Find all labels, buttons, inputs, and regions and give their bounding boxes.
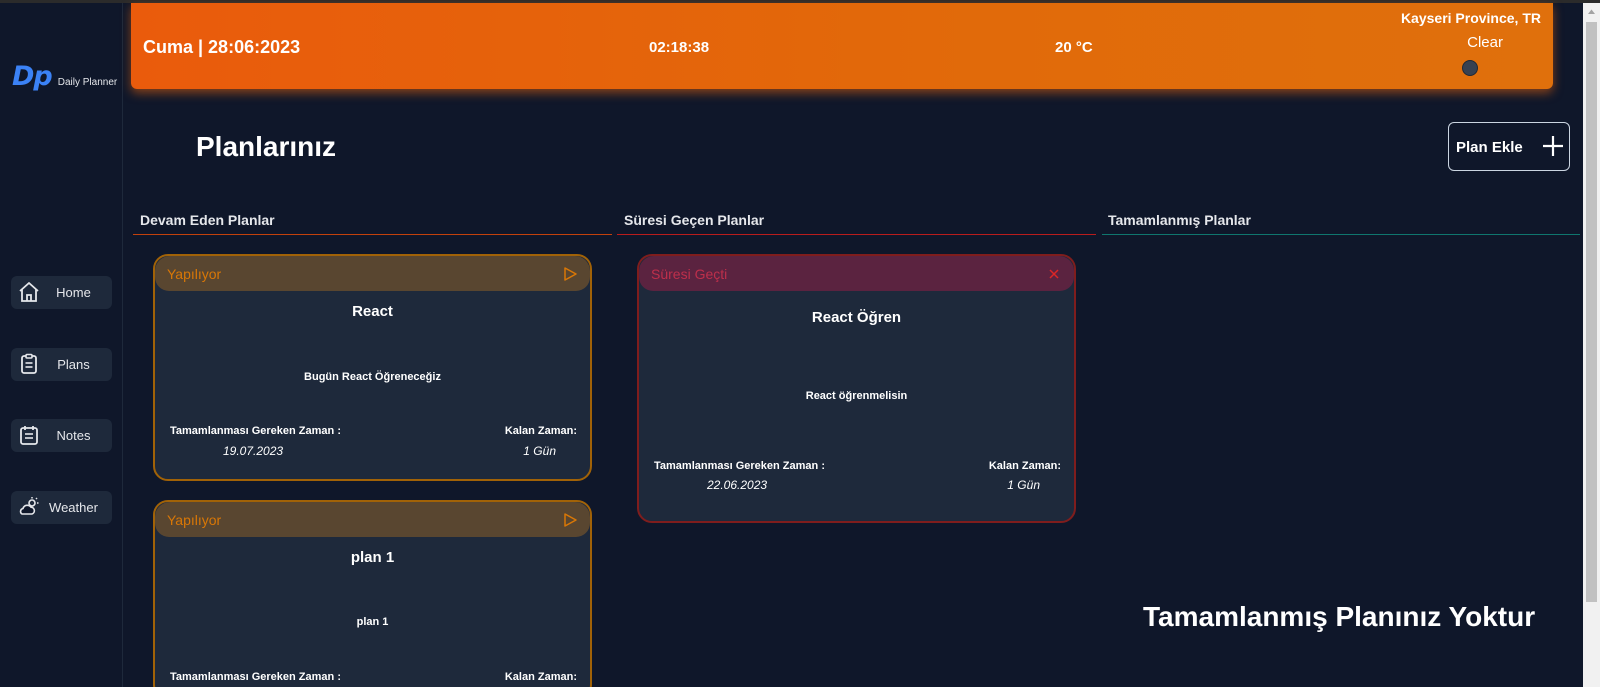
card-title: React Öğren [811, 309, 902, 326]
header-condition: Clear [1467, 34, 1503, 51]
remaining-value: 1 Gün [1007, 478, 1040, 492]
card-status: Süresi Geçti [651, 266, 728, 282]
sidebar-item-plans[interactable]: Plans [11, 348, 112, 381]
card-status-bar: Süresi Geçti [639, 256, 1074, 291]
card-title: plan 1 [350, 549, 395, 566]
card-status: Yapılıyor [167, 266, 222, 282]
sidebar-item-home[interactable]: Home [11, 276, 112, 309]
column-title-expired: Süresi Geçen Planlar [624, 212, 765, 228]
chevron-up-icon [1588, 9, 1595, 14]
sidebar-item-label: Home [56, 285, 91, 300]
header-time: 02:18:38 [649, 39, 710, 56]
sidebar-item-weather[interactable]: Weather [11, 491, 112, 524]
logo-text: Daily Planner [57, 77, 118, 88]
completed-empty-message: Tamamlanmış Planınız Yoktur [1143, 601, 1536, 632]
sidebar-item-notes[interactable]: Notes [11, 419, 112, 452]
header-temperature: 20 °C [1055, 39, 1093, 56]
remaining-label: Kalan Zaman: [504, 671, 577, 683]
sidebar-item-label: Notes [56, 428, 91, 443]
scrollbar-thumb[interactable] [1586, 22, 1597, 602]
close-icon[interactable] [1046, 266, 1062, 282]
card-description: plan 1 [356, 616, 389, 628]
weather-condition-icon [1462, 60, 1478, 76]
sidebar-item-label: Plans [57, 357, 90, 372]
play-icon[interactable] [562, 512, 578, 528]
plan-card-ongoing[interactable]: Yapılıyor React Bugün React Öğreneceğiz … [153, 254, 592, 481]
plus-icon [1543, 136, 1563, 156]
column-divider-ongoing [133, 234, 612, 235]
remaining-value: 1 Gün [523, 444, 556, 458]
add-plan-button[interactable]: Plan Ekle [1448, 122, 1570, 171]
card-status-bar: Yapılıyor [155, 502, 590, 537]
card-status: Yapılıyor [167, 512, 222, 528]
logo-mark: Dp [12, 61, 53, 92]
remaining-label: Kalan Zaman: [988, 460, 1061, 472]
card-title: React [352, 303, 393, 320]
remaining-label: Kalan Zaman: [504, 425, 577, 437]
deadline-label: Tamamlanması Gereken Zaman : [654, 460, 825, 472]
sidebar: Dp Daily Planner Home Plans Notes Weathe… [0, 3, 123, 687]
plan-card-expired[interactable]: Süresi Geçti React Öğren React öğrenmeli… [637, 254, 1076, 523]
page-title: Planlarınız [196, 131, 337, 162]
deadline-value: 22.06.2023 [707, 478, 768, 492]
card-status-bar: Yapılıyor [155, 256, 590, 291]
app-logo[interactable]: Dp Daily Planner [12, 61, 117, 92]
column-title-completed: Tamamlanmış Planlar [1108, 212, 1251, 228]
add-plan-label: Plan Ekle [1456, 139, 1523, 156]
column-divider-expired [617, 234, 1096, 235]
play-icon[interactable] [562, 266, 578, 282]
header-location: Kayseri Province, TR [1400, 10, 1541, 26]
deadline-label: Tamamlanması Gereken Zaman : [170, 671, 341, 683]
card-description: React öğrenmelisin [805, 390, 908, 402]
plan-card-ongoing[interactable]: Yapılıyor plan 1 plan 1 Tamamlanması Ger… [153, 500, 592, 687]
column-divider-completed [1102, 234, 1580, 235]
deadline-label: Tamamlanması Gereken Zaman : [170, 425, 341, 437]
card-description: Bugün React Öğreneceğiz [304, 371, 441, 383]
sidebar-item-label: Weather [49, 500, 98, 515]
deadline-value: 19.07.2023 [223, 444, 284, 458]
scroll-up-button[interactable] [1583, 3, 1600, 20]
header-date: Cuma | 28:06:2023 [143, 37, 301, 57]
column-title-ongoing: Devam Eden Planlar [140, 212, 275, 228]
header-bar: Cuma | 28:06:2023 02:18:38 20 °C Kayseri… [131, 3, 1553, 89]
